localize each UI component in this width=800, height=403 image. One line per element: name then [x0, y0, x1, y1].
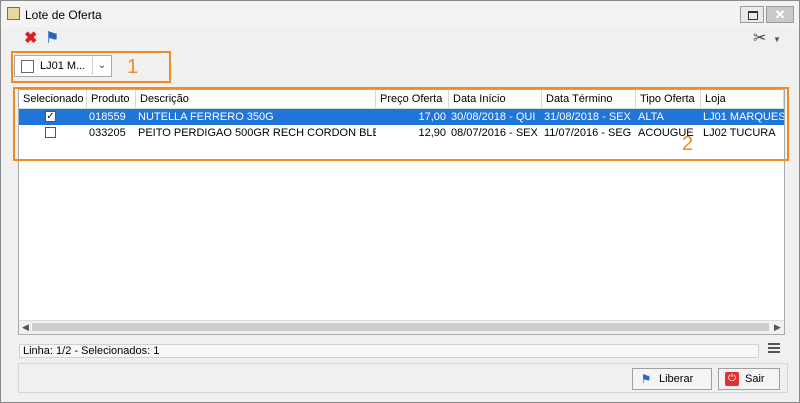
- annotation-label-2: 2: [682, 133, 694, 155]
- scroll-right-icon[interactable]: ▶: [771, 321, 784, 334]
- restore-button[interactable]: [740, 6, 764, 23]
- power-icon: ⏻: [725, 372, 739, 386]
- scrollbar-thumb[interactable]: [32, 323, 769, 331]
- close-button[interactable]: ✕: [766, 6, 794, 23]
- chevron-down-icon[interactable]: ▼: [773, 35, 781, 44]
- button-panel: ⚑ Liberar ⏻ Sair: [18, 363, 788, 393]
- annotation-box-2: [13, 87, 789, 161]
- tools-icon[interactable]: ✂: [753, 31, 766, 47]
- scroll-left-icon[interactable]: ◀: [19, 321, 32, 334]
- flag-icon[interactable]: ⚑: [45, 31, 59, 47]
- title-bar: Lote de Oferta ✕: [1, 1, 799, 27]
- flag-icon: ⚑: [640, 372, 652, 386]
- window: Lote de Oferta ✕ ✖ ⚑ ✂ ▼ LJ01 M... ⌄ 1 S…: [0, 0, 800, 403]
- horizontal-scrollbar[interactable]: ◀ ▶: [19, 320, 784, 334]
- cancel-icon[interactable]: ✖: [24, 31, 37, 47]
- hamburger-icon[interactable]: [768, 343, 780, 355]
- window-title: Lote de Oferta: [25, 8, 102, 22]
- liberar-label: Liberar: [659, 373, 694, 385]
- sair-label: Sair: [745, 373, 765, 385]
- liberar-button[interactable]: ⚑ Liberar: [632, 368, 712, 390]
- annotation-label-1: 1: [127, 56, 139, 78]
- sair-button[interactable]: ⏻ Sair: [718, 368, 780, 390]
- java-cup-icon: [7, 7, 20, 20]
- status-bar: Linha: 1/2 - Selecionados: 1: [19, 344, 759, 358]
- annotation-box-1: [11, 51, 171, 83]
